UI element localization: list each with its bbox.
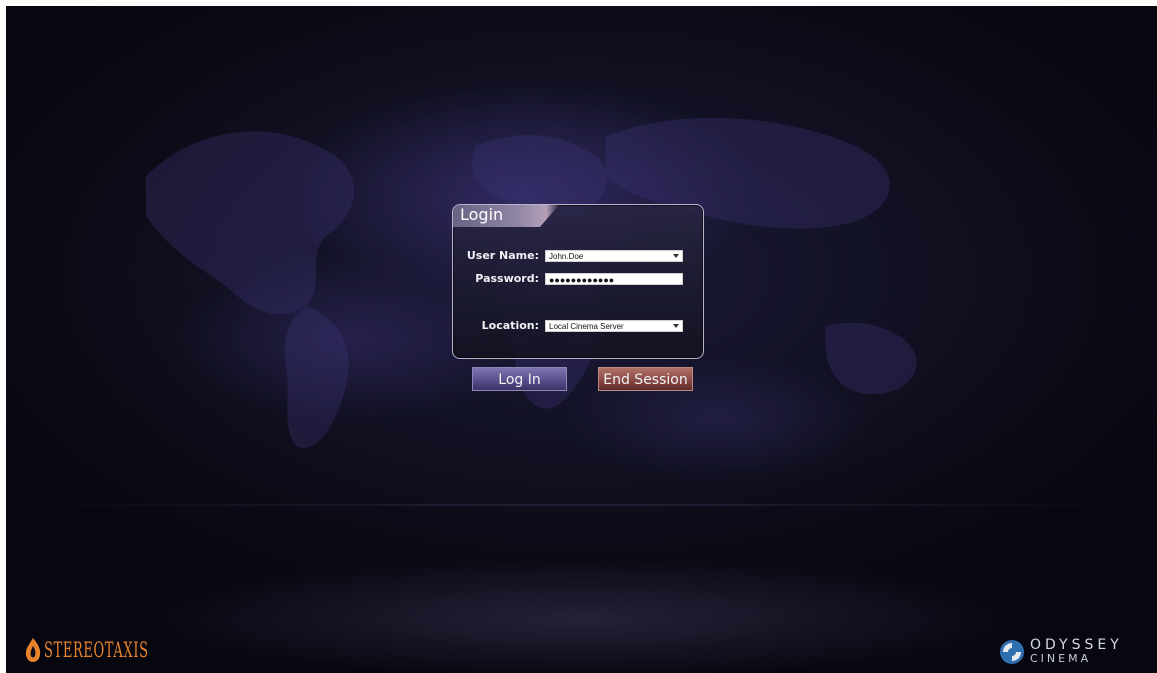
location-label: Location: (481, 319, 539, 332)
flame-icon (25, 638, 41, 662)
password-value: ●●●●●●●●●●●● (549, 275, 615, 285)
password-field[interactable]: ●●●●●●●●●●●● (545, 273, 683, 285)
password-label: Password: (475, 272, 539, 285)
chevron-down-icon[interactable] (673, 324, 679, 328)
floor-horizon (6, 504, 1157, 506)
odyssey-globe-icon (1000, 640, 1024, 664)
password-row: Password: ●●●●●●●●●●●● (453, 272, 703, 286)
chevron-down-icon[interactable] (673, 254, 679, 258)
login-panel: Login User Name: John.Doe Password: ●●●●… (452, 204, 704, 359)
username-label: User Name: (466, 249, 539, 262)
location-row: Location: Local Cinema Server (453, 319, 703, 333)
username-value: John.Doe (549, 252, 584, 261)
stereotaxis-wordmark: STEREOTAXIS (44, 638, 149, 662)
location-dropdown[interactable]: Local Cinema Server (545, 320, 683, 332)
odyssey-wordmark: ODYSSEY (1030, 637, 1123, 653)
username-row: User Name: John.Doe (453, 249, 703, 263)
username-dropdown[interactable]: John.Doe (545, 250, 683, 262)
end-session-button[interactable]: End Session (598, 367, 693, 391)
login-title: Login (460, 205, 504, 224)
cinema-wordmark: CINEMA (1030, 652, 1092, 665)
login-button[interactable]: Log In (472, 367, 567, 391)
odyssey-cinema-logo: ODYSSEY CINEMA (999, 637, 1149, 667)
location-value: Local Cinema Server (549, 322, 624, 331)
